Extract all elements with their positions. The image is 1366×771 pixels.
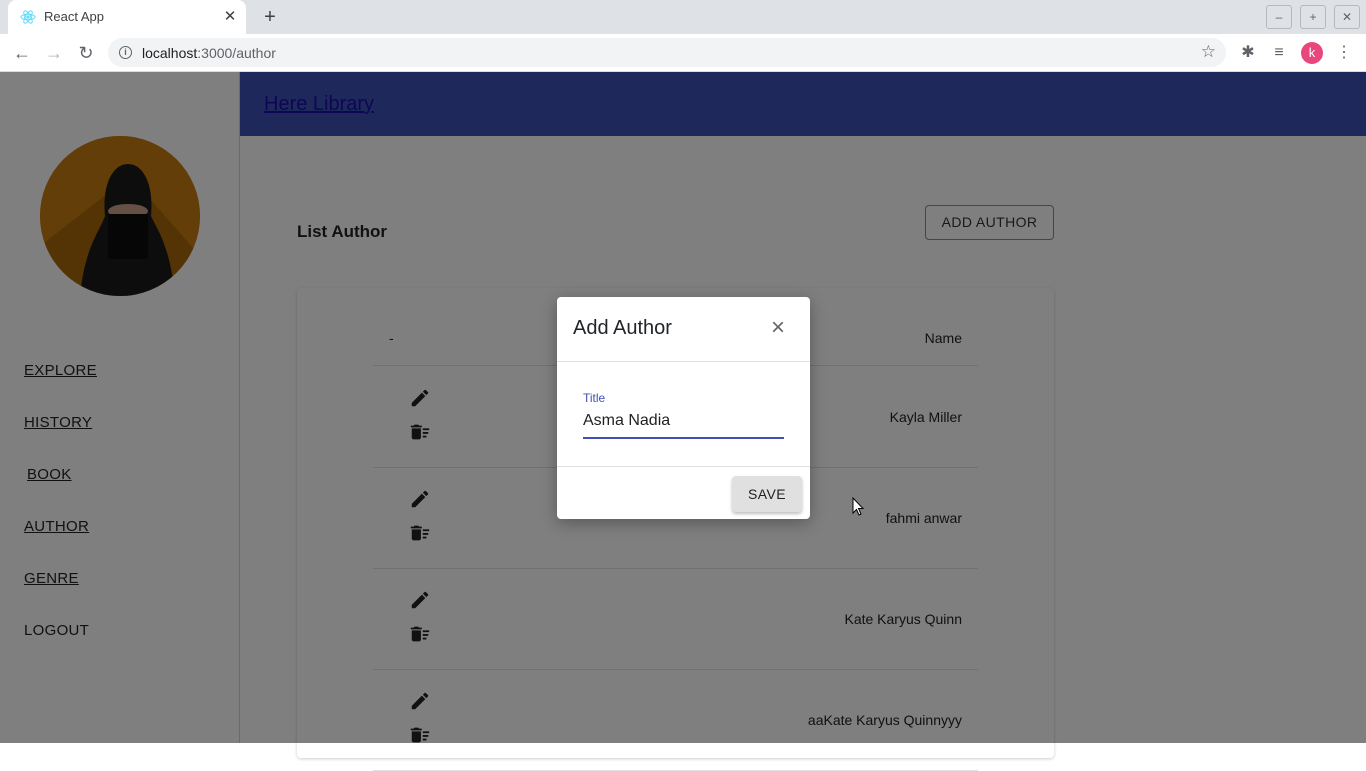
info-icon[interactable]: i bbox=[119, 46, 132, 59]
url-text: localhost:3000/author bbox=[142, 45, 276, 61]
dialog-title: Add Author bbox=[573, 317, 672, 339]
browser-toolbar: ← → ↻ i localhost:3000/author ☆ ✱ ≡ k ⋮ bbox=[0, 34, 1366, 72]
title-field-label: Title bbox=[583, 391, 606, 405]
tab-title: React App bbox=[44, 9, 104, 24]
dialog-footer: SAVE bbox=[557, 466, 810, 519]
mouse-cursor-icon bbox=[852, 497, 864, 516]
save-button[interactable]: SAVE bbox=[732, 476, 802, 512]
react-icon bbox=[20, 10, 36, 24]
profile-avatar[interactable]: k bbox=[1301, 42, 1323, 64]
menu-kebab-icon[interactable]: ⋮ bbox=[1332, 41, 1356, 65]
bookmark-star-icon[interactable]: ☆ bbox=[1201, 42, 1216, 62]
extensions-icon[interactable]: ✱ bbox=[1236, 41, 1260, 65]
add-author-dialog: Add Author × Title SAVE bbox=[557, 297, 810, 519]
dialog-header: Add Author × bbox=[557, 297, 810, 362]
reload-icon[interactable]: ↻ bbox=[74, 41, 98, 65]
maximize-icon[interactable]: + bbox=[1300, 5, 1326, 29]
browser-tab[interactable]: React App ✕ bbox=[8, 0, 246, 34]
minimize-icon[interactable]: – bbox=[1266, 5, 1292, 29]
tab-close-icon[interactable]: ✕ bbox=[220, 7, 240, 27]
address-bar[interactable]: i localhost:3000/author ☆ bbox=[108, 38, 1226, 67]
window-close-icon[interactable]: ✕ bbox=[1334, 5, 1360, 29]
forward-icon[interactable]: → bbox=[42, 41, 66, 65]
back-icon[interactable]: ← bbox=[10, 41, 34, 65]
media-queue-icon[interactable]: ≡ bbox=[1267, 41, 1291, 65]
page: EXPLORE HISTORY BOOK AUTHOR GENRE LOGOUT… bbox=[0, 72, 1366, 771]
title-input[interactable] bbox=[583, 409, 784, 439]
new-tab-icon[interactable]: + bbox=[258, 5, 282, 29]
close-icon[interactable]: × bbox=[766, 316, 790, 341]
browser-tab-bar: React App ✕ + – + ✕ bbox=[0, 0, 1366, 34]
